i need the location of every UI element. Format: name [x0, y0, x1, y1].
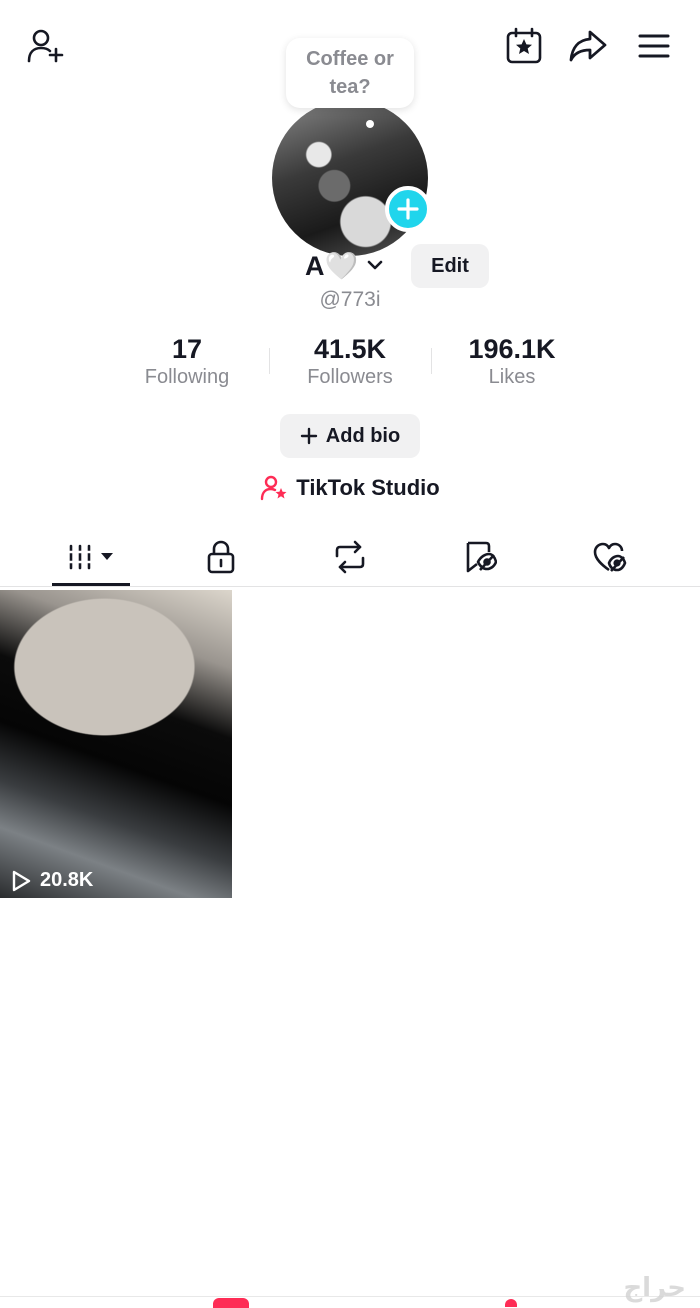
display-name: A🤍	[305, 251, 359, 281]
repost-icon	[335, 540, 365, 574]
avatar[interactable]	[272, 100, 428, 256]
liked-icon	[593, 542, 627, 572]
stat-divider	[269, 348, 270, 374]
stat-divider	[431, 348, 432, 374]
video-thumbnail[interactable]: 20.8K	[0, 590, 232, 898]
views-count: 20.8K	[40, 869, 94, 891]
tab-liked[interactable]	[571, 528, 649, 586]
plus-icon	[397, 198, 419, 220]
video-views: 20.8K	[10, 869, 93, 892]
followers-count: 41.5K	[313, 334, 387, 364]
studio-icon	[261, 475, 287, 501]
menu-icon[interactable]	[632, 26, 676, 66]
likes-count: 196.1K	[468, 334, 556, 364]
add-friend-icon[interactable]	[22, 26, 68, 66]
edit-profile-button[interactable]: Edit	[411, 244, 489, 288]
plus-icon	[300, 427, 317, 445]
favorites-icon	[466, 541, 497, 573]
chevron-down-icon[interactable]	[366, 258, 384, 277]
note-text: Coffee or tea?	[306, 48, 394, 98]
bubble-tail	[366, 120, 374, 128]
followers-label: Followers	[307, 366, 393, 388]
tab-favorites[interactable]	[441, 528, 519, 586]
note-bubble[interactable]: Coffee or tea?	[286, 38, 414, 108]
add-bio-label: Add bio	[325, 424, 401, 447]
videos-grid-icon	[68, 544, 113, 570]
calendar-star-icon[interactable]	[502, 24, 546, 68]
lock-icon	[207, 540, 235, 574]
studio-label: TikTok Studio	[296, 475, 440, 500]
likes-label: Likes	[488, 366, 536, 388]
following-count: 17	[171, 334, 203, 364]
tab-private[interactable]	[182, 528, 260, 586]
add-bio-button[interactable]: Add bio	[280, 414, 420, 458]
inbox-badge	[213, 1298, 249, 1308]
tiktok-studio-link[interactable]: TikTok Studio	[0, 474, 700, 502]
tab-videos[interactable]	[52, 528, 130, 586]
following-label: Following	[144, 366, 230, 388]
tab-reposts[interactable]	[311, 528, 389, 586]
add-story-button[interactable]	[385, 186, 431, 232]
bottom-nav-border	[0, 1296, 700, 1297]
share-icon[interactable]	[566, 24, 610, 68]
tab-selected-indicator	[52, 583, 130, 586]
name-row: A🤍 Edit	[0, 244, 700, 288]
play-icon	[12, 870, 31, 891]
watermark: حراج	[623, 1272, 686, 1302]
content-tabs	[0, 528, 700, 587]
username-handle: @773i	[319, 288, 381, 311]
